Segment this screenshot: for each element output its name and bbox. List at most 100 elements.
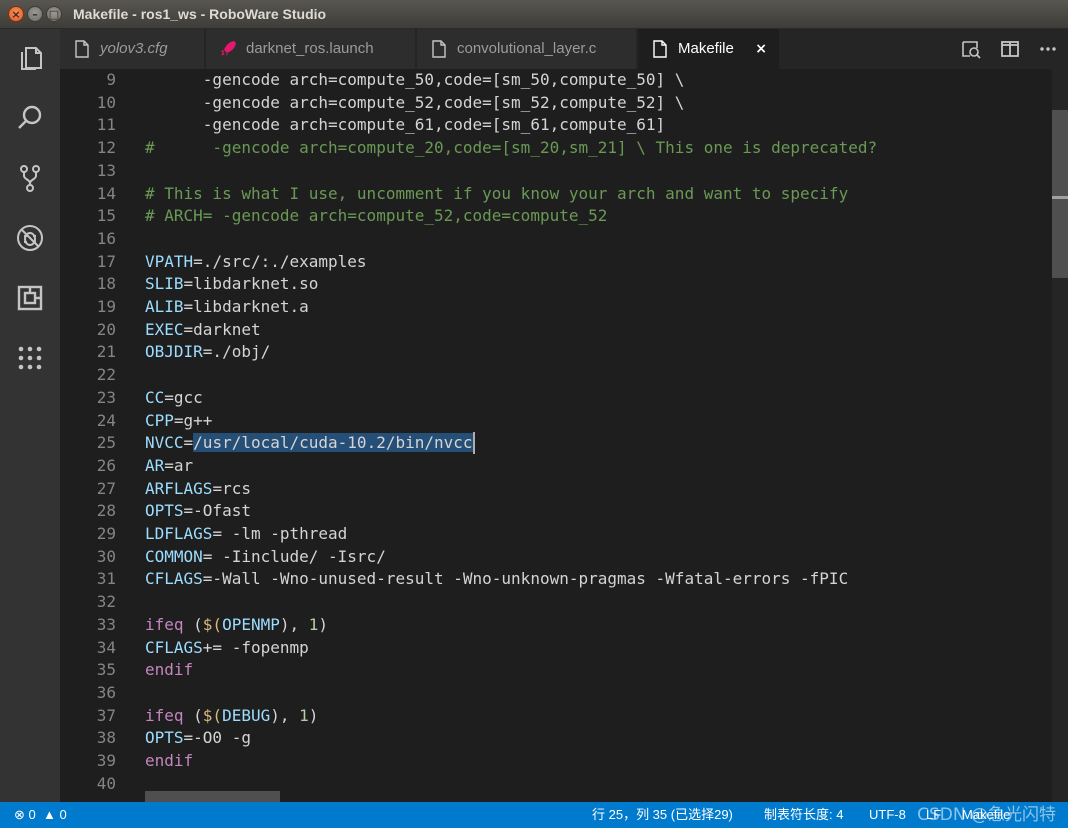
debug-button[interactable] <box>0 213 60 263</box>
extensions-button[interactable] <box>0 273 60 323</box>
code-area[interactable]: -gencode arch=compute_50,code=[sm_50,com… <box>145 69 1045 802</box>
code-line[interactable]: -gencode arch=compute_52,code=[sm_52,com… <box>145 92 685 114</box>
code-token: OPENMP <box>222 615 280 634</box>
problems-indicator[interactable]: ⊗ 0 ▲ 0 <box>14 802 67 828</box>
line-number: 12 <box>96 138 116 157</box>
code-line[interactable]: OBJDIR=./obj/ <box>145 341 270 363</box>
code-line[interactable]: endif <box>145 659 193 681</box>
line-number: 26 <box>96 456 116 475</box>
code-line[interactable]: CPP=g++ <box>145 410 212 432</box>
code-token: = -lm -pthread <box>212 524 348 543</box>
code-token: # ARCH= -gencode arch=compute_52,code=co… <box>145 206 608 225</box>
window-close-button[interactable]: × <box>8 6 24 22</box>
line-number: 31 <box>96 569 116 588</box>
search-button[interactable] <box>0 93 60 143</box>
activity-bar <box>0 29 60 802</box>
code-line[interactable]: EXEC=darknet <box>145 319 261 341</box>
line-number: 35 <box>96 660 116 679</box>
code-line[interactable]: SLIB=libdarknet.so <box>145 273 318 295</box>
apps-button[interactable] <box>0 333 60 383</box>
code-line[interactable]: CFLAGS=-Wall -Wno-unused-result -Wno-unk… <box>145 568 848 590</box>
watermark: CSDN @急光闪特 <box>917 805 1056 825</box>
source-control-button[interactable] <box>0 153 60 203</box>
code-token: ifeq <box>145 706 184 725</box>
code-line[interactable]: VPATH=./src/:./examples <box>145 251 367 273</box>
vertical-scrollbar-thumb[interactable] <box>1052 110 1068 278</box>
window-maximize-button[interactable]: □ <box>46 6 62 22</box>
code-line[interactable]: -gencode arch=compute_50,code=[sm_50,com… <box>145 69 685 91</box>
code-token: =ar <box>164 456 194 475</box>
code-line[interactable]: ifeq ($(OPENMP), 1) <box>145 614 328 636</box>
code-token: CC <box>145 388 165 407</box>
tab-label: Makefile <box>678 40 734 57</box>
search-icon <box>18 105 42 129</box>
line-number: 16 <box>96 229 116 248</box>
code-token: # -gencode arch=compute_20,code=[sm_20,s… <box>145 138 878 157</box>
code-token: 1 <box>308 615 319 634</box>
code-token: ALIB <box>145 297 184 316</box>
code-token: ) <box>318 615 329 634</box>
split-editor-icon[interactable] <box>1000 39 1020 59</box>
code-line[interactable]: COMMON= -Iinclude/ -Isrc/ <box>145 546 386 568</box>
code-line[interactable]: -gencode arch=compute_61,code=[sm_61,com… <box>145 114 665 136</box>
code-editor[interactable]: 9 10 11 12 13 14 15 16 17 18 19 20 21 22 23 24 25 26 27 28 2… <box>60 69 1068 802</box>
tab-bar: yolov3.cfg darknet_ros.launch convolutio… <box>60 29 1068 69</box>
tab-convolutional-layer-c[interactable]: convolutional_layer.c <box>417 29 637 69</box>
line-number: 27 <box>96 479 116 498</box>
code-token: ARFLAGS <box>145 479 213 498</box>
code-line[interactable]: LDFLAGS= -lm -pthread <box>145 523 347 545</box>
code-token: -gencode arch=compute_52,code=[sm_52,com… <box>145 93 685 112</box>
explorer-button[interactable] <box>0 33 60 83</box>
code-token: endif <box>145 660 194 679</box>
horizontal-scrollbar[interactable] <box>145 791 280 802</box>
tab-darknet-ros-launch[interactable]: darknet_ros.launch <box>206 29 416 69</box>
line-number: 23 <box>96 388 116 407</box>
line-number: 14 <box>96 184 116 203</box>
close-tab-icon[interactable]: × <box>755 29 767 69</box>
code-token: OPTS <box>145 501 184 520</box>
code-line[interactable]: CFLAGS+= -fopenmp <box>145 637 309 659</box>
code-line[interactable]: # -gencode arch=compute_20,code=[sm_20,s… <box>145 137 877 159</box>
code-line[interactable]: OPTS=-O0 -g <box>145 727 251 749</box>
code-line[interactable]: ARFLAGS=rcs <box>145 478 251 500</box>
code-line[interactable]: endif <box>145 750 193 772</box>
code-token: =rcs <box>212 479 251 498</box>
code-token: COMMON <box>145 547 203 566</box>
open-preview-icon[interactable] <box>961 39 981 59</box>
code-line[interactable]: ALIB=libdarknet.a <box>145 296 309 318</box>
tab-label: darknet_ros.launch <box>246 40 374 57</box>
code-token: =-Wall -Wno-unused-result -Wno-unknown-p… <box>202 569 849 588</box>
rocket-icon <box>221 41 236 56</box>
code-token: = <box>183 433 194 452</box>
warning-icon: ▲ <box>43 807 56 822</box>
code-token: =gcc <box>164 388 203 407</box>
code-line[interactable]: CC=gcc <box>145 387 203 409</box>
more-actions-icon[interactable] <box>1038 39 1058 59</box>
window-minimize-button[interactable]: – <box>27 6 43 22</box>
source-control-icon <box>20 165 40 192</box>
code-line[interactable]: NVCC=/usr/local/cuda-10.2/bin/nvcc <box>145 432 475 454</box>
encoding[interactable]: UTF-8 <box>869 802 906 828</box>
line-number: 29 <box>96 524 116 543</box>
tab-yolov3-cfg[interactable]: yolov3.cfg <box>60 29 205 69</box>
vertical-scrollbar[interactable] <box>1052 69 1068 802</box>
code-token: CFLAGS <box>145 569 203 588</box>
tab-size[interactable]: 制表符长度: 4 <box>764 802 843 828</box>
line-number: 20 <box>96 320 116 339</box>
code-line[interactable]: # This is what I use, uncomment if you k… <box>145 183 848 205</box>
code-token: ), <box>279 615 309 634</box>
code-line[interactable]: OPTS=-Ofast <box>145 500 251 522</box>
tab-label: yolov3.cfg <box>100 40 168 57</box>
code-line[interactable]: ifeq ($(DEBUG), 1) <box>145 705 318 727</box>
code-line[interactable]: AR=ar <box>145 455 193 477</box>
line-number: 11 <box>96 115 116 134</box>
code-token: $( <box>202 615 223 634</box>
text-cursor <box>472 432 475 454</box>
error-count: 0 <box>28 807 36 822</box>
line-number: 37 <box>96 706 116 725</box>
line-number: 36 <box>96 683 116 702</box>
cursor-position[interactable]: 行 25，列 35 (已选择29) <box>592 802 733 828</box>
code-token: =./obj/ <box>202 342 271 361</box>
code-line[interactable]: # ARCH= -gencode arch=compute_52,code=co… <box>145 205 607 227</box>
tab-makefile[interactable]: Makefile × <box>638 29 780 69</box>
